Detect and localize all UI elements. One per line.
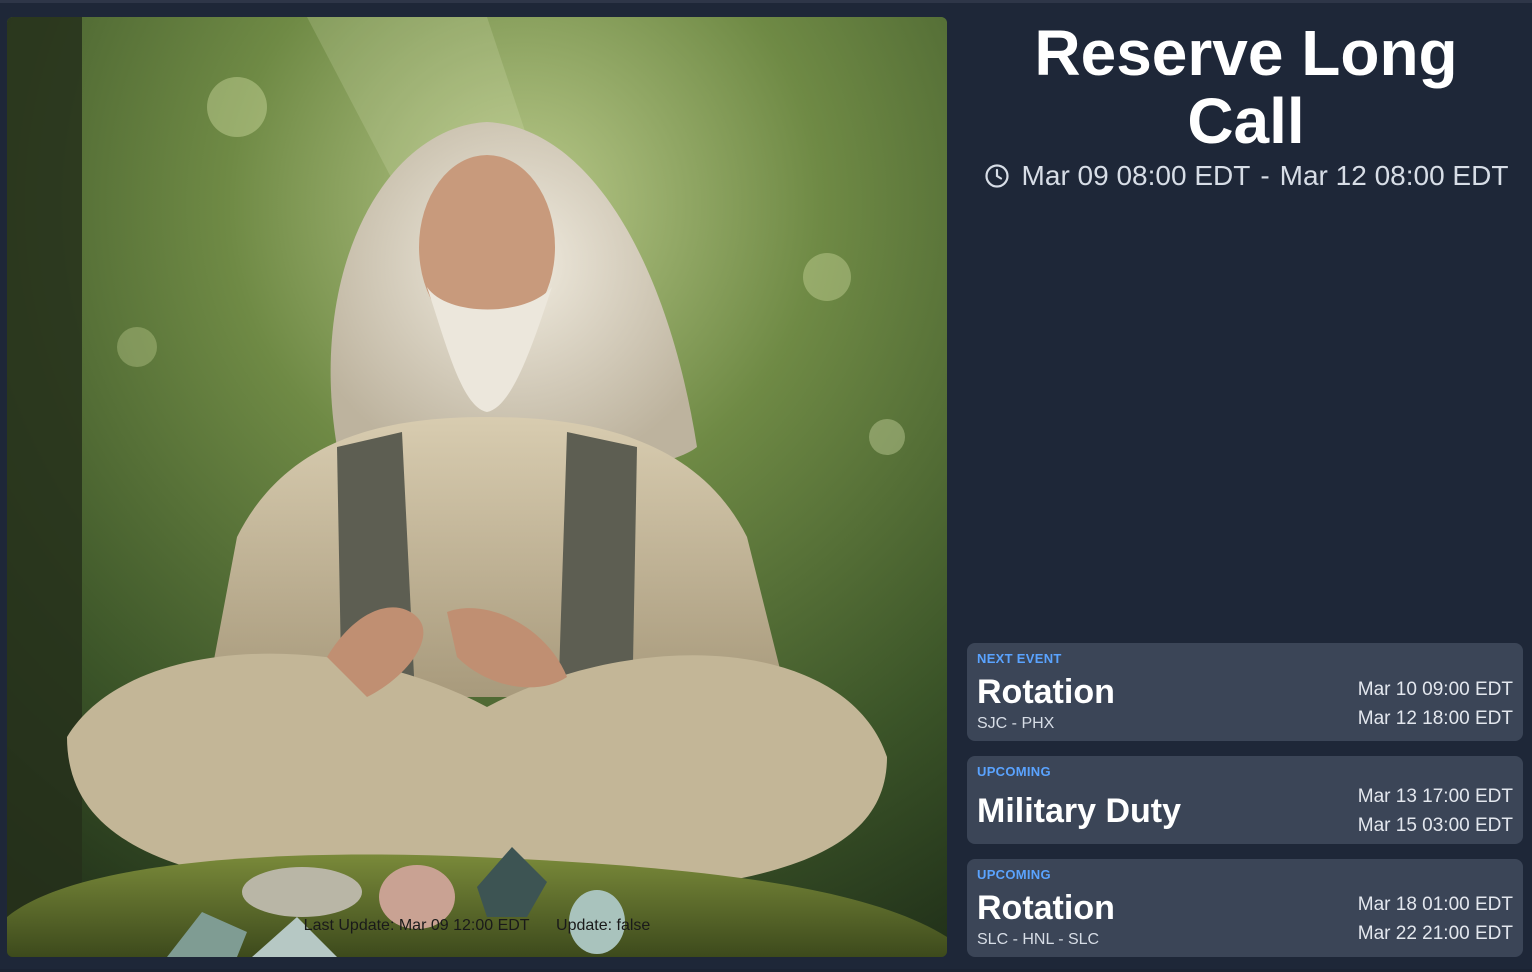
event-name: Rotation [977,889,1115,927]
event-name: Military Duty [977,792,1182,830]
time-separator: - [1260,160,1270,191]
title-line-2: Call [1187,85,1305,157]
event-start-time: Mar 13 17:00 EDT [1357,786,1513,807]
meditating-sage-image [7,17,947,957]
event-end-time: Mar 12 18:00 EDT [1357,708,1513,729]
background-photo: Last Update: Mar 09 12:00 EDT Update: fa… [7,17,947,957]
event-start-time: Mar 10 09:00 EDT [1357,679,1513,700]
event-end-time: Mar 22 21:00 EDT [1357,923,1513,944]
last-update-text: Last Update: Mar 09 12:00 EDT [303,917,530,934]
schedule-panel: Reserve Long Call Mar 09 08:00 EDT - Mar… [960,3,1532,972]
event-kicker: NEXT EVENT [977,651,1062,666]
update-status-bar: Last Update: Mar 09 12:00 EDT Update: fa… [7,917,947,935]
title-line-1: Reserve Long [1034,17,1458,89]
update-flag-text: Update: false [556,917,651,934]
event-start-time: Mar 18 01:00 EDT [1357,894,1513,915]
event-card-upcoming-1[interactable]: UPCOMING Military Duty Mar 13 17:00 EDT … [967,756,1523,844]
current-end-time: Mar 12 08:00 EDT [1279,160,1509,191]
event-name: Rotation [977,673,1115,711]
event-kicker: UPCOMING [977,764,1051,779]
current-start-time: Mar 09 08:00 EDT [1021,160,1251,191]
current-event-time-range: Mar 09 08:00 EDT - Mar 12 08:00 EDT [960,160,1532,192]
event-card-upcoming-2[interactable]: UPCOMING Rotation SLC - HNL - SLC Mar 18… [967,859,1523,957]
dashboard-frame: Last Update: Mar 09 12:00 EDT Update: fa… [0,0,1532,969]
event-end-time: Mar 15 03:00 EDT [1357,815,1513,836]
event-kicker: UPCOMING [977,867,1051,882]
event-card-next[interactable]: NEXT EVENT Rotation SJC - PHX Mar 10 09:… [967,643,1523,741]
clock-icon [984,164,1009,188]
event-route: SJC - PHX [977,715,1055,732]
current-event-title: Reserve Long Call [960,19,1532,155]
event-route: SLC - HNL - SLC [977,931,1100,948]
